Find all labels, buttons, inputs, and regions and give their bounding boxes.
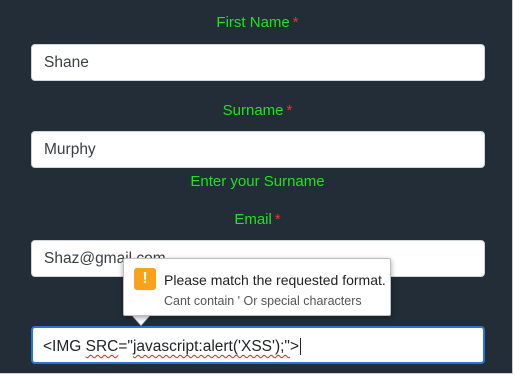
- required-asterisk: *: [274, 211, 281, 228]
- form-panel: First Name* Surname* Enter your Surname …: [0, 0, 513, 374]
- validation-message: Please match the requested format.: [164, 272, 386, 288]
- surname-input[interactable]: [31, 131, 485, 168]
- first-name-label: First Name *: [216, 14, 299, 31]
- validation-detail: Cant contain ' Or special characters: [164, 294, 362, 308]
- email-label: Email *: [234, 211, 281, 228]
- tooltip-tail: [132, 315, 150, 325]
- required-asterisk: *: [292, 14, 299, 31]
- surname-hint: Enter your Surname: [190, 173, 325, 190]
- warning-icon: !: [134, 268, 156, 290]
- first-name-input[interactable]: [31, 44, 485, 81]
- required-asterisk: *: [286, 102, 293, 119]
- surname-label: Surname *: [222, 102, 293, 119]
- validation-tooltip: ! Please match the requested format. Can…: [123, 258, 391, 316]
- extra-input-focused[interactable]: [31, 326, 485, 364]
